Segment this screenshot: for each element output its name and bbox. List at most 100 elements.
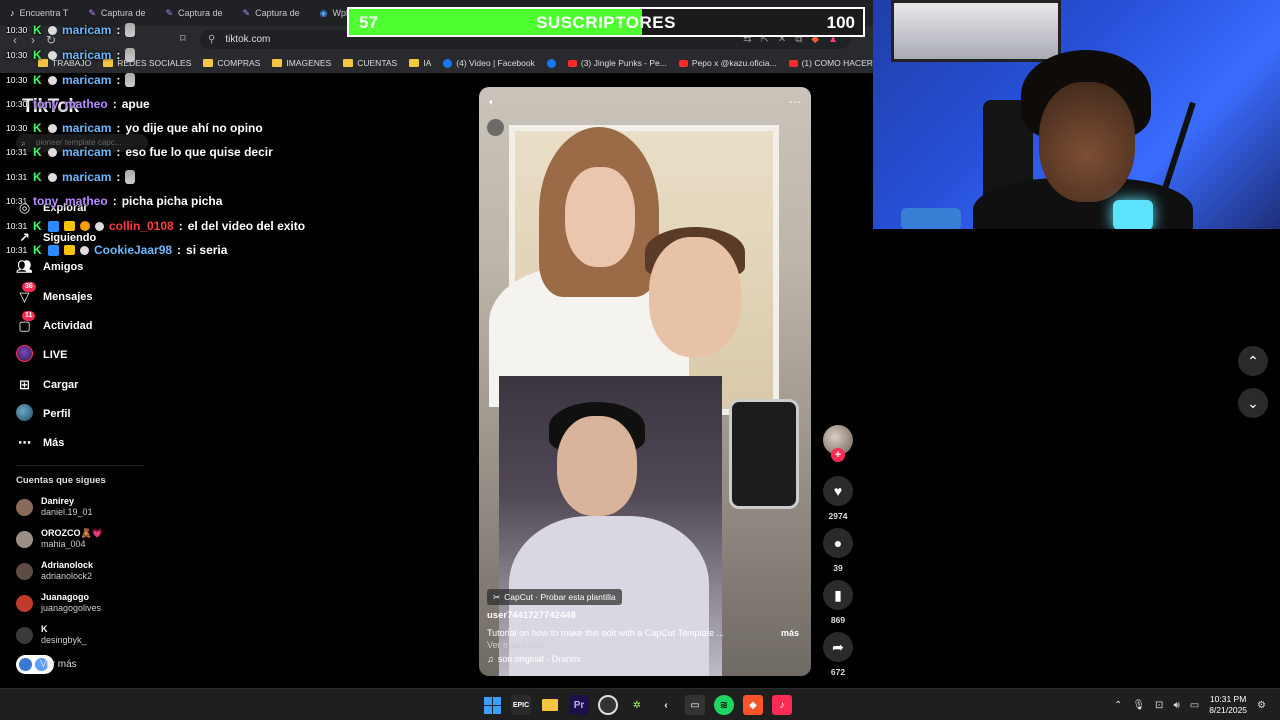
epic-icon[interactable]: EPIC xyxy=(511,695,531,715)
share-button[interactable]: ➦ 672 xyxy=(823,632,853,677)
tiktok-app-icon[interactable]: ♪ xyxy=(772,695,792,715)
bookmark-item[interactable]: (3) Jingle Punks - Pe... xyxy=(567,58,667,68)
account-name: Danirey xyxy=(41,496,75,506)
following-account[interactable]: Kdesingbyk_ xyxy=(16,622,87,648)
capcut-template-button[interactable]: ✂ CapCut · Probar esta plantilla xyxy=(487,589,622,605)
description-more-link[interactable]: más xyxy=(781,628,799,638)
account-names: Danirey daniel.19_01 xyxy=(41,496,93,518)
folder-icon xyxy=(409,59,420,67)
brave-icon[interactable]: ◆ xyxy=(743,695,763,715)
account-names: Kdesingbyk_ xyxy=(41,624,87,646)
network-icon[interactable]: ⊡ xyxy=(1155,700,1163,711)
video-player[interactable]: 🔈︎ ⋯ ✂ CapCut · Probar esta plantilla us… xyxy=(479,87,811,676)
video-author[interactable]: user7441727742448 xyxy=(487,610,576,621)
chat-badge-icon xyxy=(95,221,104,231)
video-sound-link[interactable]: ♫ son original - Dranox xyxy=(487,654,581,664)
translate-link[interactable]: Ver traducción xyxy=(487,640,545,650)
sidebar-item-mas[interactable]: ⋯ Más xyxy=(16,433,64,453)
chat-username[interactable]: CookieJaar98 xyxy=(94,243,172,257)
chat-timestamp: 10:30 xyxy=(6,123,28,133)
sidebar-item-label: Mensajes xyxy=(43,291,93,303)
video-dot-icon[interactable] xyxy=(487,119,504,136)
chat-text: picha picha picha xyxy=(121,194,223,208)
bookmark-icon[interactable]: ⌑ xyxy=(180,32,186,45)
sidebar-item-actividad[interactable]: ▢ 11 Actividad xyxy=(16,311,93,336)
next-video-button[interactable]: ⌄ xyxy=(1238,388,1268,418)
chat-username[interactable]: collin_0108 xyxy=(109,219,174,233)
chat-badge-icon xyxy=(80,221,90,231)
chat-timestamp: 10:30 xyxy=(6,99,28,109)
comment-button[interactable]: ● 39 xyxy=(823,528,853,573)
chat-username[interactable]: tony_matheo xyxy=(33,97,108,111)
avatar xyxy=(16,562,33,580)
bookmark-item[interactable]: CUENTAS xyxy=(343,58,397,68)
site-info-icon[interactable]: ⚲ xyxy=(208,34,215,45)
live-icon xyxy=(16,345,33,365)
chat-separator: : xyxy=(112,194,117,208)
bookmark-item[interactable]: (1) COMO HACER M... xyxy=(788,58,873,68)
chat-message: 10:30 Kmaricam: xyxy=(6,20,136,40)
bookmark-item[interactable] xyxy=(546,58,556,68)
bookmark-item[interactable]: IMAGENES xyxy=(272,58,331,68)
following-account[interactable]: OROZCO🧸💗 mahia_004 xyxy=(16,526,103,552)
obs-icon[interactable] xyxy=(598,695,618,715)
following-account[interactable]: Danirey daniel.19_01 xyxy=(16,494,93,520)
windows-icon[interactable] xyxy=(482,695,502,715)
comment-count: 39 xyxy=(833,563,843,573)
spotify-icon[interactable]: ≋ xyxy=(714,695,734,715)
following-account[interactable]: Adrianolock adrianolock2 xyxy=(16,558,93,584)
bookmark-item[interactable]: (4) Video | Facebook xyxy=(443,58,535,68)
battery-icon[interactable]: ▭ xyxy=(1190,700,1199,711)
sidebar-item-perfil[interactable]: Perfil xyxy=(16,404,71,424)
browser-tab[interactable]: ✎ Captura de xyxy=(155,0,232,26)
folder-icon[interactable] xyxy=(540,695,560,715)
follow-plus-icon[interactable]: + xyxy=(831,448,845,462)
see-more-link[interactable]: Ver más xyxy=(16,655,77,674)
chat-username[interactable]: maricam xyxy=(62,48,111,62)
premiere-icon[interactable]: Pr xyxy=(569,695,589,715)
notification-icon[interactable]: ⚙ xyxy=(1257,700,1266,711)
inbox-icon: ▢ 11 xyxy=(16,311,36,334)
sidebar-item-cargar[interactable]: ⊞ Cargar xyxy=(16,375,78,395)
chat-message: 10:31 Kmaricam: eso fue lo que quise decir xyxy=(6,142,273,162)
more-options-icon[interactable]: ⋯ xyxy=(789,95,801,109)
chat-message: 10:30 Kmaricam: xyxy=(6,70,136,90)
like-button[interactable]: ♥ 2974 xyxy=(823,476,853,521)
bookmark-item[interactable]: Pepo x @kazu.oficia... xyxy=(678,58,777,68)
chat-username[interactable]: maricam xyxy=(62,121,111,135)
volume-tray-icon[interactable]: 🔊︎ xyxy=(1173,700,1179,711)
sidebar-item-mensajes[interactable]: ▽ 36 Mensajes xyxy=(16,282,93,307)
chat-username[interactable]: maricam xyxy=(62,23,111,37)
webcam-microphone xyxy=(1113,200,1153,229)
folder-icon xyxy=(272,59,283,67)
previous-video-button[interactable]: ⌃ xyxy=(1238,346,1268,376)
following-account[interactable]: Juanagogo juanagogolives xyxy=(16,590,101,616)
save-button[interactable]: ▮ 869 xyxy=(823,580,853,625)
chat-message: 10:31 Kcollin_0108: el del video del exito xyxy=(6,216,305,236)
clock[interactable]: 10:31 PM 8/21/2025 xyxy=(1209,694,1247,716)
sidebar-item-live[interactable]: LIVE xyxy=(16,345,67,365)
chat-username[interactable]: tony_matheo xyxy=(33,194,108,208)
bookmark-item[interactable]: IA xyxy=(409,58,431,68)
chat-text: eso fue lo que quise decir xyxy=(125,145,273,159)
chat-timestamp: 10:31 xyxy=(6,172,28,182)
bookmark-label: Pepo x @kazu.oficia... xyxy=(691,58,777,68)
webcam-person-face xyxy=(1039,82,1135,202)
cube-icon[interactable]: ✲ xyxy=(627,695,647,715)
chat-username[interactable]: maricam xyxy=(62,145,111,159)
avatar xyxy=(16,530,33,548)
chat-message: 10:30 Kmaricam: xyxy=(6,45,136,65)
sidebar-item-amigos[interactable]: 👥︎ Amigos xyxy=(16,257,83,277)
volume-icon[interactable]: 🔈︎ xyxy=(489,97,495,108)
chat-username[interactable]: maricam xyxy=(62,73,111,87)
terminal-icon[interactable]: ▭ xyxy=(685,695,705,715)
bookmark-item[interactable]: COMPRAS xyxy=(203,58,260,68)
browser-tab[interactable]: ✎ Captura de xyxy=(233,0,310,26)
tray-chevron-icon[interactable]: ⌃ xyxy=(1114,700,1122,711)
sidebar-item-label: LIVE xyxy=(43,349,68,361)
arrow-app-icon[interactable]: ‹ xyxy=(656,695,676,715)
chat-badge-icon xyxy=(48,25,57,35)
chat-timestamp: 10:30 xyxy=(6,75,28,85)
chat-username[interactable]: maricam xyxy=(62,170,111,184)
mic-icon[interactable]: 🎙︎ xyxy=(1132,700,1145,711)
